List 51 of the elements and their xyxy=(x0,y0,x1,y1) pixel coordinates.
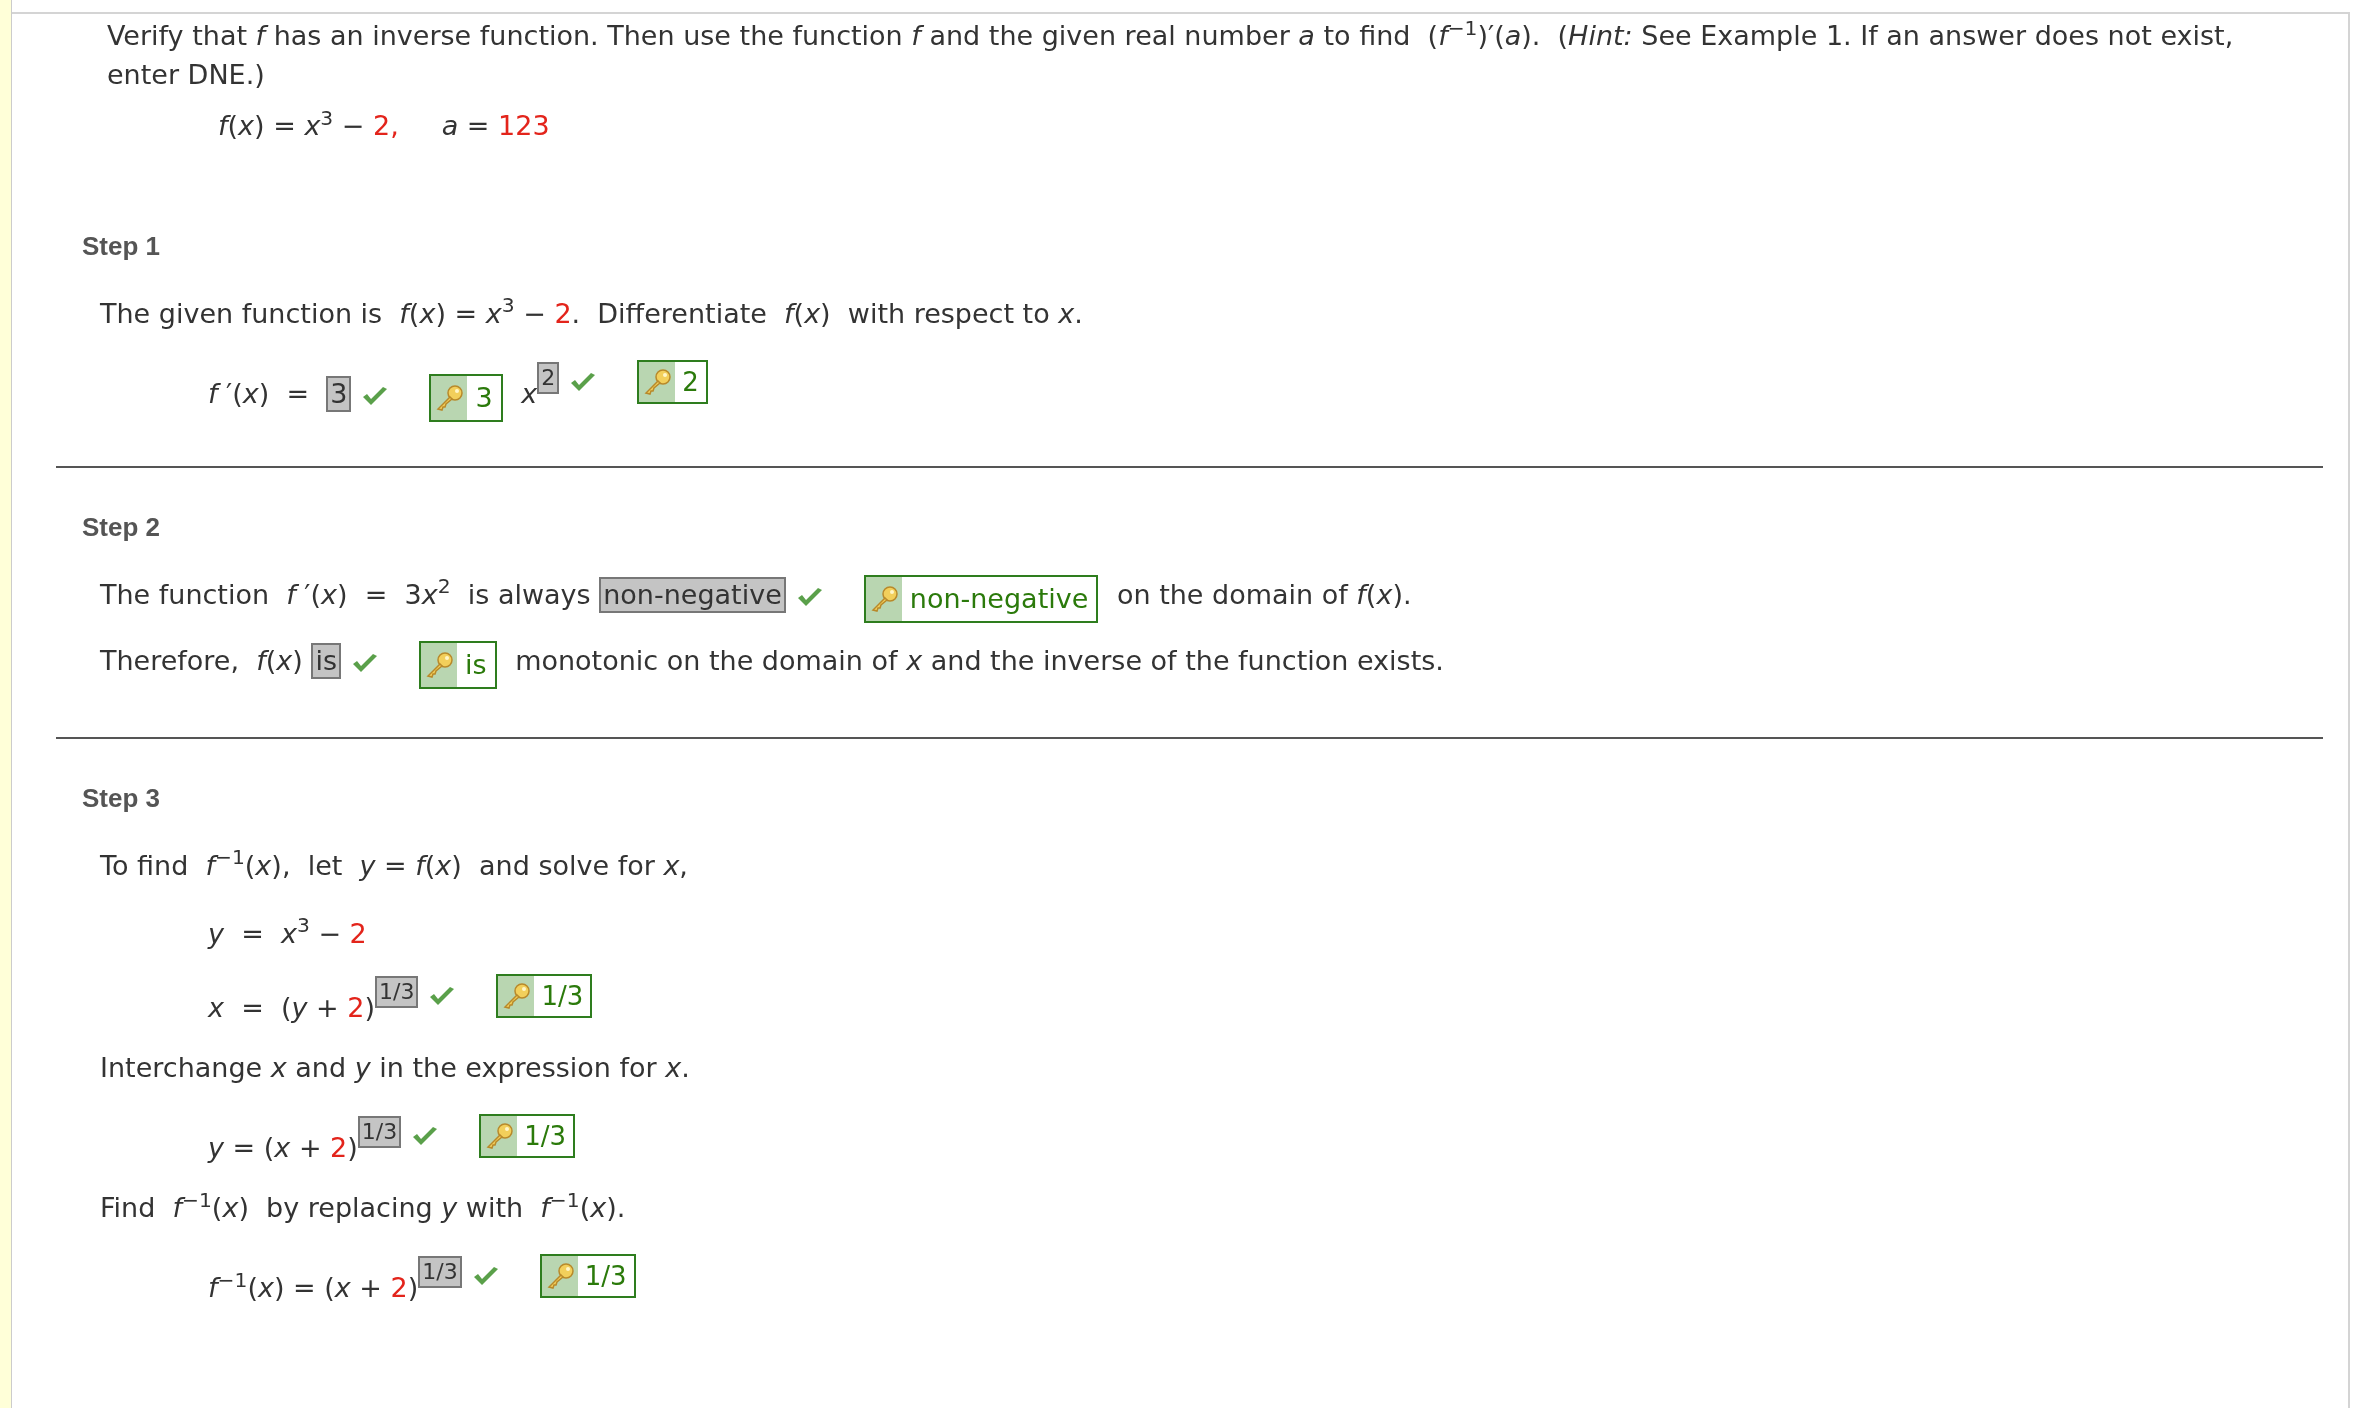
correct-answer-text: 3 xyxy=(474,380,494,415)
math-text: Therefore, f(x) xyxy=(100,644,304,676)
math-text: . Differentiate f(x) with respect to x. xyxy=(571,297,1083,329)
math-text: The given function is f(x) = x$^{3}$ − xyxy=(100,297,547,329)
math-text: x xyxy=(520,377,538,409)
step-title: Step 2 xyxy=(81,510,162,544)
given-number: 2 xyxy=(349,917,367,949)
given-number: 2, xyxy=(373,110,399,141)
math-text: f$^{−1}$(x) = (x + xyxy=(208,1272,383,1303)
math-text: y = x$^{3}$ − xyxy=(208,917,343,949)
key-icon xyxy=(484,1123,515,1149)
math-text: x$^{2}$ is always xyxy=(421,578,592,610)
math-text: monotonic on the domain of x and the inverse of the function exists. xyxy=(514,644,1444,676)
given-number: 2 xyxy=(390,1272,408,1303)
answer-box: non-negative xyxy=(599,576,786,613)
math-text: y = (x + xyxy=(208,1132,323,1163)
math-text: The function f ′(x) = 3 xyxy=(100,578,422,610)
math-text: Interchange x and y in the expression for x. xyxy=(100,1052,690,1083)
math-text: Find f$^{−1}$(x) by replacing y with f$^{−1}$(x). xyxy=(100,1192,626,1223)
correct-answer-text: 1/3 xyxy=(523,1120,568,1153)
correct-answer-text: 1/3 xyxy=(583,1260,628,1293)
math-text: f ′(x) = xyxy=(208,377,311,409)
math-text: f(x) = x$^{3}$ − xyxy=(218,110,366,141)
math-text: To find f$^{−1}$(x), let y = f(x) and solve for x, xyxy=(100,849,688,881)
given-number: 2 xyxy=(347,992,365,1023)
math-text: ) xyxy=(364,992,375,1023)
key-icon xyxy=(501,983,532,1009)
math-text: ) xyxy=(407,1272,419,1303)
given-number: 2 xyxy=(330,1132,348,1163)
given-number: 2 xyxy=(554,297,572,329)
step-title: Step 3 xyxy=(81,781,162,815)
math-text: a = xyxy=(440,110,491,141)
answer-box: 3 xyxy=(326,375,352,412)
math-text: ) xyxy=(347,1132,358,1163)
answer-box: 2 xyxy=(537,361,560,394)
key-icon xyxy=(434,384,465,411)
given-number: 123 xyxy=(498,110,550,141)
math-text: x = (y + xyxy=(208,992,340,1023)
key-icon xyxy=(424,651,454,678)
answer-box: 1/3 xyxy=(418,1256,462,1288)
question-text: Verify that f has an inverse function. Then use the function f and the given real number a to find (f$^{−1}$)′(a). (Hint: See Example 1. If an answer does not exist, enter DNE.) xyxy=(107,16,2235,92)
correct-answer-text: is xyxy=(464,647,488,682)
correct-answer-text: 1/3 xyxy=(540,980,585,1013)
math-text: on the domain of f(x). xyxy=(1115,578,1412,610)
correct-answer-text: 2 xyxy=(681,365,700,399)
answer-box: 1/3 xyxy=(375,976,419,1008)
answer-box: is xyxy=(311,642,341,679)
correct-answer-text: non-negative xyxy=(908,581,1090,616)
answer-box: 1/3 xyxy=(357,1116,402,1148)
key-icon xyxy=(642,368,673,395)
step-title: Step 1 xyxy=(81,229,162,263)
